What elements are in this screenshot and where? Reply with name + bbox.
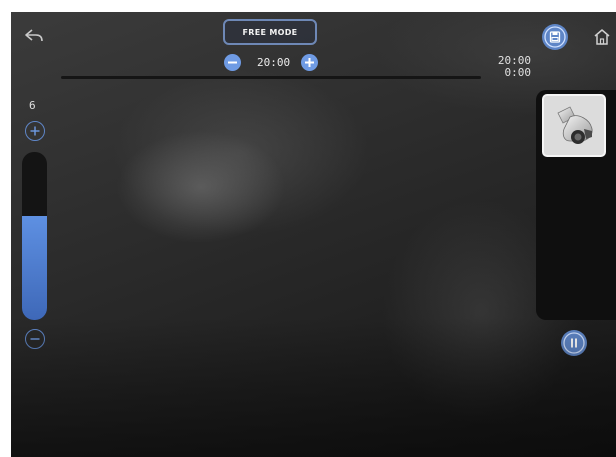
session-times: 20:00 0:00 [489,55,531,79]
pause-button[interactable] [561,330,587,356]
home-button[interactable] [591,26,613,48]
app-screen: FREE MODE 20:00 20:00 0:00 6 [11,12,616,457]
home-icon [594,29,610,45]
massager-device-icon [557,105,593,144]
decrease-time-button[interactable] [224,54,241,71]
back-button[interactable] [22,24,46,48]
intensity-slider-fill [22,215,47,320]
back-arrow-icon [25,29,43,42]
timer-display: 20:00 [257,56,291,69]
minus-circle-icon [228,61,237,64]
increase-intensity-button[interactable] [25,121,45,141]
plus-circle-icon [305,58,314,67]
intensity-slider[interactable] [22,152,47,320]
mode-label: FREE MODE [242,27,298,37]
floppy-disk-icon [544,26,566,48]
decrease-intensity-button[interactable] [25,329,45,349]
save-button[interactable] [542,24,568,50]
elapsed-time: 0:00 [504,66,532,79]
minus-circle-icon [30,338,40,340]
device-select-button[interactable] [542,94,606,157]
session-progress-bar [61,76,481,79]
intensity-value: 6 [29,99,36,112]
pause-icon [563,332,585,354]
free-mode-button[interactable]: FREE MODE [223,19,317,45]
increase-time-button[interactable] [301,54,318,71]
plus-circle-icon [30,126,40,136]
